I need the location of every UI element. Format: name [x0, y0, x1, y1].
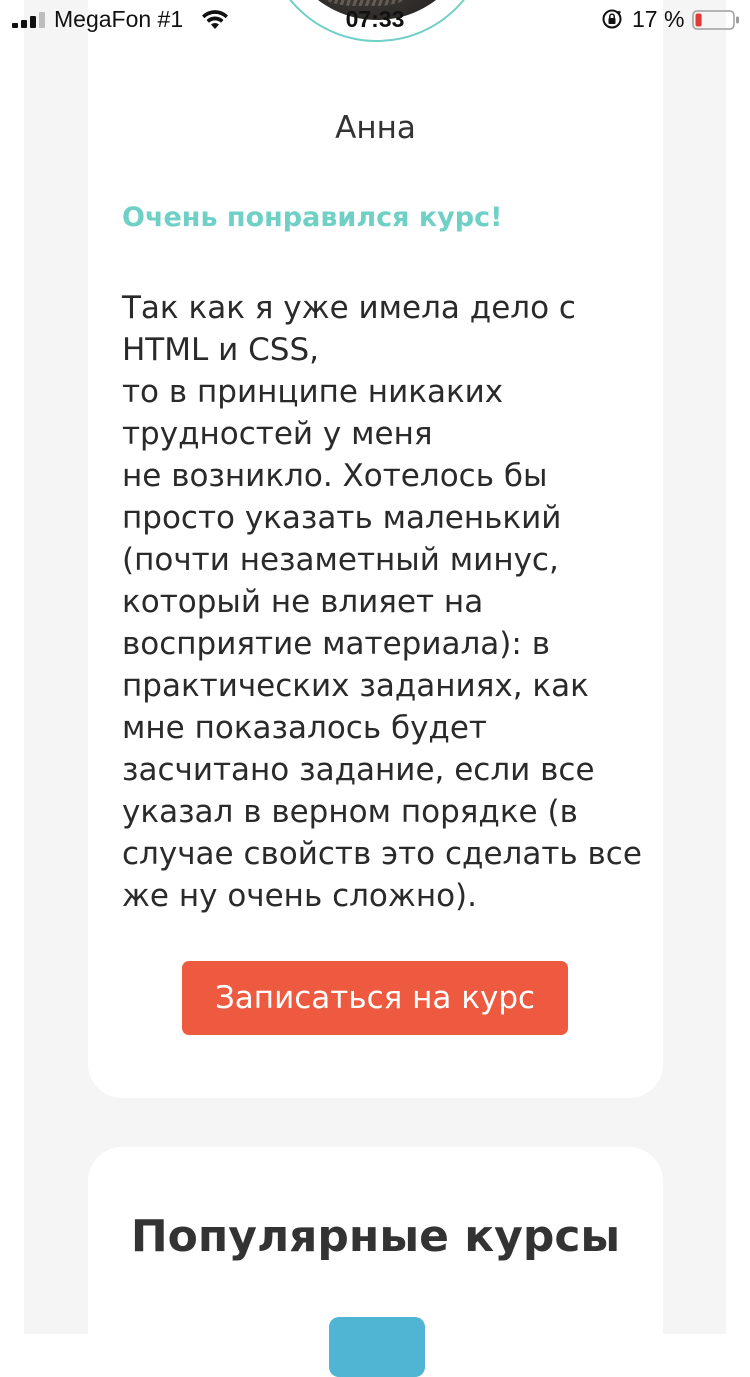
review-text-line: практических заданиях, как [122, 668, 589, 704]
popular-courses-card: Популярные курсы [88, 1147, 663, 1377]
status-bar: MegaFon #1 07:33 17 % [0, 0, 750, 40]
rotation-lock-icon [602, 9, 622, 29]
review-card: Анна Очень понравился курс! Так как я уж… [88, 0, 663, 1098]
review-text-line: мне показалось будет [122, 710, 487, 746]
review-text-line: случае свойств это сделать все [122, 836, 642, 872]
review-text-line: засчитано задание, если все [122, 752, 595, 788]
review-text-line: который не влияет на [122, 584, 484, 620]
review-text-line: трудностей у меня [122, 416, 433, 452]
review-text-line: Так как я уже имела дело с [122, 290, 576, 326]
review-text-line: просто указать маленький [122, 500, 562, 536]
reviewer-name: Анна [335, 110, 416, 146]
review-text-line: то в принципе никаких [122, 374, 504, 410]
review-text-line: восприятие материала): в [122, 626, 550, 662]
review-text-line: HTML и CSS, [122, 332, 319, 368]
review-text: Так как я уже имела дело с HTML и CSS, т… [122, 287, 662, 917]
review-text-line: указал в верном порядке (в [122, 794, 578, 830]
review-text-line: же ну очень сложно). [122, 878, 478, 914]
battery-percent: 17 % [632, 6, 685, 32]
popular-course-tile[interactable] [329, 1317, 425, 1377]
popular-courses-title: Популярные курсы [130, 1211, 621, 1262]
enroll-course-button[interactable]: Записаться на курс [182, 961, 568, 1035]
review-text-line: (почти незаметный минус, [122, 542, 559, 578]
review-text-line: не возникло. Хотелось бы [122, 458, 548, 494]
battery-icon [692, 10, 739, 30]
review-title: Очень понравился курс! [122, 202, 503, 233]
